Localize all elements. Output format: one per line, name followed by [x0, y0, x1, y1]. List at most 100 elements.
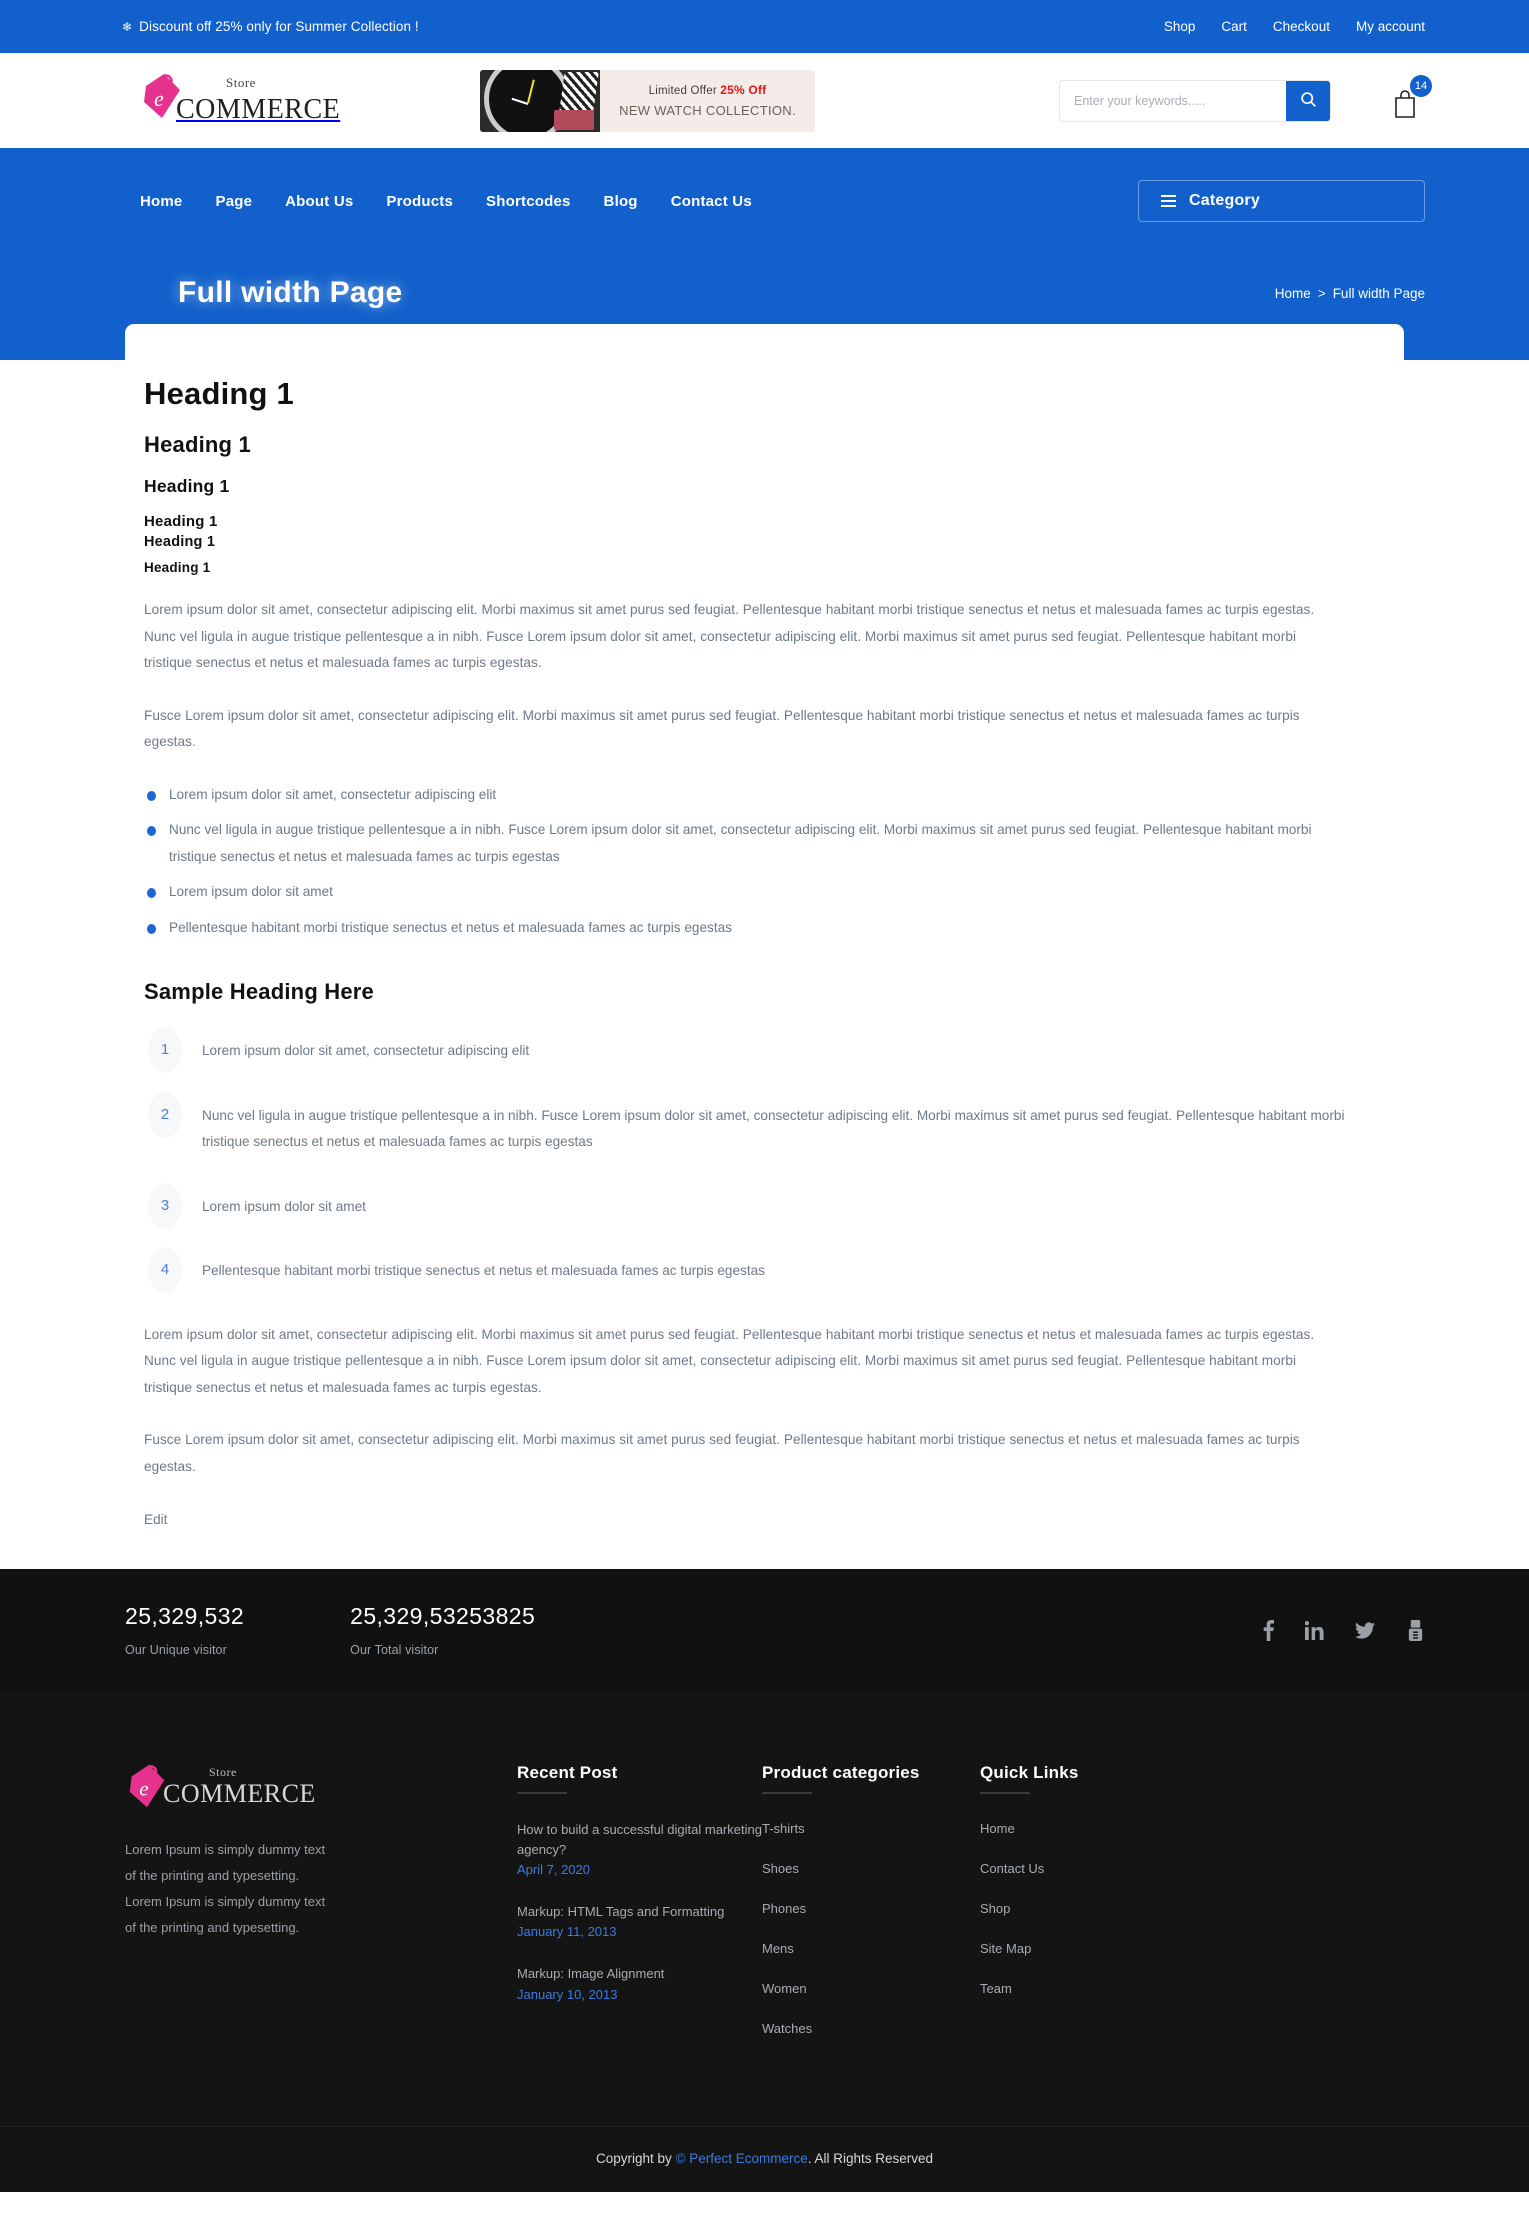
- footer-category-t-shirts[interactable]: T-shirts: [762, 1821, 805, 1836]
- facebook-icon[interactable]: [1263, 1619, 1274, 1641]
- footer-logo-store-text: Store: [209, 1765, 237, 1779]
- edit-link[interactable]: Edit: [144, 1512, 167, 1527]
- copyright-link[interactable]: © Perfect Ecommerce: [676, 2151, 808, 2166]
- top-announcement-bar: ❄ Discount off 25% only for Summer Colle…: [0, 0, 1529, 53]
- numbered-list-text: Nunc vel ligula in augue tristique pelle…: [202, 1107, 1345, 1150]
- counter-value: 25,329,532: [125, 1603, 245, 1629]
- footer-quick-link-list: Home Contact Us Shop Site Map Team: [980, 1820, 1180, 1998]
- heading-level-5: Heading 1: [144, 534, 216, 550]
- heading-level-2: Heading 1: [144, 432, 251, 457]
- nav-item-products[interactable]: Products: [386, 193, 453, 210]
- site-logo[interactable]: e Store COMMERCE: [140, 72, 340, 130]
- nav-item-blog[interactable]: Blog: [604, 193, 638, 210]
- recent-post-date: January 10, 2013: [517, 1986, 618, 2002]
- site-footer: e Store COMMERCE Lorem Ipsum is simply d…: [0, 1691, 1529, 2126]
- nav-item-contact-us[interactable]: Contact Us: [671, 193, 752, 210]
- nav-item-shortcodes[interactable]: Shortcodes: [486, 193, 571, 210]
- announcement-text-wrap: ❄ Discount off 25% only for Summer Colle…: [122, 19, 419, 34]
- promo-line-1: Limited Offer 25% Off: [616, 83, 799, 97]
- list-item: T-shirts: [762, 1820, 980, 1838]
- nav-item-page[interactable]: Page: [215, 193, 252, 210]
- bullet-list-item: Pellentesque habitant morbi tristique se…: [144, 915, 1347, 942]
- social-links: [1263, 1619, 1425, 1641]
- breadcrumb-current: Full width Page: [1332, 285, 1425, 301]
- paragraph-1: Lorem ipsum dolor sit amet, consectetur …: [144, 602, 1315, 670]
- heading-level-1: Heading 1: [144, 376, 294, 411]
- list-item: Shoes: [762, 1860, 980, 1878]
- bullet-list-item: Lorem ipsum dolor sit amet, consectetur …: [144, 782, 1347, 809]
- footer-category-women[interactable]: Women: [762, 1981, 807, 1996]
- footer-category-shoes[interactable]: Shoes: [762, 1861, 799, 1876]
- svg-text:e: e: [139, 1777, 148, 1801]
- footer-logo[interactable]: e Store COMMERCE: [125, 1763, 480, 1813]
- list-number-badge: 4: [148, 1247, 182, 1293]
- content-shell: Heading 1 Heading 1 Heading 1 Heading 1 …: [0, 324, 1529, 1569]
- numbered-list-item: 2 Nunc vel ligula in augue tristique pel…: [144, 1091, 1347, 1167]
- nav-item-about-us[interactable]: About Us: [285, 193, 353, 210]
- footer-link-team[interactable]: Team: [980, 1981, 1012, 1996]
- topbar-link-my-account[interactable]: My account: [1356, 19, 1425, 34]
- list-item: Phones: [762, 1900, 980, 1918]
- footer-category-mens[interactable]: Mens: [762, 1941, 794, 1956]
- footer-category-watches[interactable]: Watches: [762, 2021, 812, 2036]
- footer-category-list: T-shirts Shoes Phones Mens Women Watches: [762, 1820, 980, 2038]
- counter-label: Our Unique visitor: [125, 1643, 227, 1657]
- linkedin-icon[interactable]: [1305, 1620, 1324, 1640]
- page-title-row: Full width Page Home > Full width Page: [0, 232, 1529, 324]
- list-item: Home: [980, 1820, 1180, 1838]
- cart-button[interactable]: 14: [1385, 74, 1432, 124]
- search-box: [1059, 79, 1331, 122]
- list-number-badge: 1: [148, 1027, 182, 1073]
- footer-link-site-map[interactable]: Site Map: [980, 1941, 1031, 1956]
- footer-category-phones[interactable]: Phones: [762, 1901, 806, 1916]
- wallet-graphic: [554, 109, 594, 130]
- list-item: Shop: [980, 1900, 1180, 1918]
- promo-banner[interactable]: Limited Offer 25% Off NEW WATCH COLLECTI…: [480, 69, 815, 132]
- footer-quick-links-column: Quick Links Home Contact Us Shop Site Ma…: [980, 1763, 1180, 2060]
- topbar-link-shop[interactable]: Shop: [1164, 19, 1196, 34]
- site-header: e Store COMMERCE Limited Offer 25% Off N…: [0, 53, 1529, 148]
- topbar-link-checkout[interactable]: Checkout: [1273, 19, 1330, 34]
- footer-logo-commerce-text: COMMERCE: [163, 1779, 316, 1808]
- content-card: Heading 1 Heading 1 Heading 1 Heading 1 …: [125, 324, 1404, 1569]
- footer-link-home[interactable]: Home: [980, 1821, 1015, 1836]
- copyright-bar: Copyright by © Perfect Ecommerce. All Ri…: [0, 2126, 1529, 2192]
- footer-heading-product-categories: Product categories: [762, 1763, 980, 1794]
- list-item: Site Map: [980, 1940, 1180, 1958]
- numbered-list-item: 3 Lorem ipsum dolor sit amet: [144, 1182, 1347, 1232]
- youtube-icon[interactable]: [1406, 1619, 1425, 1641]
- topbar-link-cart[interactable]: Cart: [1221, 19, 1247, 34]
- recent-post-title[interactable]: How to build a successful digital market…: [517, 1820, 762, 1860]
- announcement-text: Discount off 25% only for Summer Collect…: [139, 19, 419, 34]
- recent-post-title[interactable]: Markup: Image Alignment: [517, 1964, 762, 1984]
- snowflake-icon: ❄: [122, 19, 133, 34]
- topbar-links: Shop Cart Checkout My account: [1164, 19, 1425, 34]
- category-dropdown-button[interactable]: Category: [1138, 180, 1425, 222]
- numbered-list-text: Lorem ipsum dolor sit amet: [202, 1198, 366, 1214]
- recent-post-title[interactable]: Markup: HTML Tags and Formatting: [517, 1902, 762, 1922]
- list-number-badge: 3: [148, 1182, 182, 1229]
- main-navigation: Home Page About Us Products Shortcodes B…: [0, 170, 1529, 232]
- heading-level-3: Heading 1: [144, 476, 230, 496]
- logo-wordmark: Store COMMERCE: [176, 72, 340, 124]
- watch-strap-graphic: [559, 71, 599, 112]
- promo-prefix: Limited Offer: [648, 85, 721, 97]
- twitter-icon[interactable]: [1355, 1621, 1375, 1639]
- header-search-area: 14: [1059, 74, 1432, 124]
- list-item: Watches: [762, 2020, 980, 2038]
- footer-link-shop[interactable]: Shop: [980, 1901, 1010, 1916]
- nav-item-home[interactable]: Home: [140, 193, 182, 210]
- footer-link-contact-us[interactable]: Contact Us: [980, 1861, 1044, 1876]
- promo-copy: Limited Offer 25% Off NEW WATCH COLLECTI…: [600, 83, 815, 118]
- copyright-prefix: Copyright by: [595, 2151, 676, 2166]
- breadcrumb-home[interactable]: Home: [1275, 286, 1311, 301]
- recent-post-date: January 11, 2013: [517, 1924, 617, 1940]
- search-button[interactable]: [1286, 80, 1330, 121]
- hamburger-icon: [1161, 195, 1176, 207]
- footer-recent-posts-column: Recent Post How to build a successful di…: [517, 1763, 762, 2060]
- list-item: Women: [762, 1980, 980, 1998]
- recent-post-item: How to build a successful digital market…: [517, 1820, 762, 1877]
- paragraph-2: Fusce Lorem ipsum dolor sit amet, consec…: [144, 707, 1300, 750]
- search-input[interactable]: [1060, 80, 1286, 121]
- footer-description: Lorem Ipsum is simply dummy text of the …: [125, 1842, 326, 1935]
